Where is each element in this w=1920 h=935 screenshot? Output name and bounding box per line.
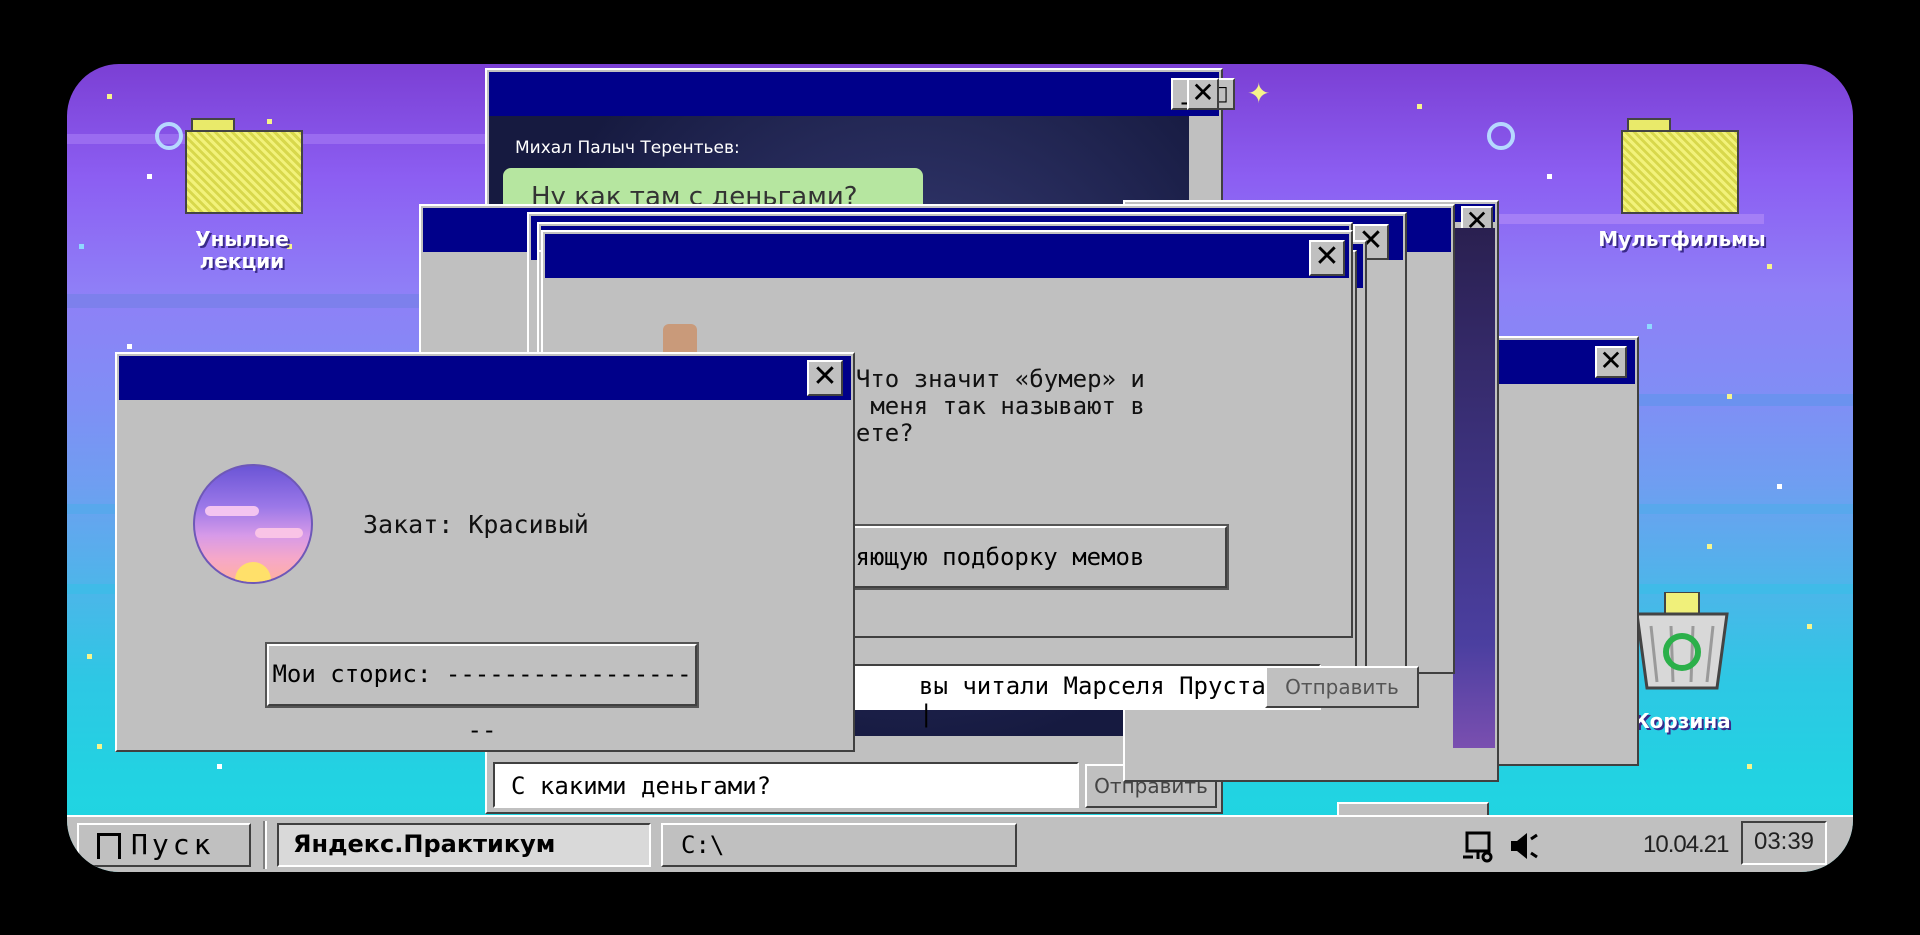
task-yandex-practicum[interactable]: Яндекс.Практикум [277, 823, 651, 867]
sunset-window: ✕ Закат: Красивый Мои сторис: ----------… [115, 352, 855, 752]
sunset-avatar [193, 464, 313, 584]
cloud-icon [255, 528, 303, 538]
proust-input[interactable]: вы читали Марселя Пруста? | [827, 664, 1321, 728]
chat-titlebar[interactable] [489, 72, 1219, 116]
star [217, 764, 222, 769]
folder-icon[interactable] [185, 118, 303, 214]
star [1777, 484, 1782, 489]
chat-input[interactable]: С какими деньгами? [493, 762, 1079, 808]
task-c-drive[interactable]: C:\ [661, 823, 1017, 867]
start-icon [97, 833, 121, 859]
star [107, 94, 112, 99]
desktop: ✦ ✦ ✦ Унылые лекции Мультфильмы Корзина … [67, 64, 1853, 872]
star [1747, 764, 1752, 769]
folder-label-cartoons[interactable]: Мультфильмы [1587, 228, 1777, 250]
star [1767, 264, 1772, 269]
close-icon[interactable]: ✕ [1309, 240, 1345, 276]
start-button[interactable]: Пуск [77, 823, 251, 867]
proust-send-button[interactable]: Отправить [1265, 666, 1419, 708]
star [87, 654, 92, 659]
clock-time[interactable]: 03:39 [1741, 821, 1827, 865]
chat-sender: Михал Палыч Терентьев: [515, 138, 740, 158]
network-icon[interactable] [1461, 829, 1495, 863]
folder-body [185, 130, 303, 214]
clock-date: 10.04.21 [1643, 831, 1729, 858]
ring-star-icon [1487, 122, 1515, 150]
close-icon[interactable]: ✕ [1187, 78, 1219, 110]
boomer-titlebar[interactable] [545, 234, 1349, 278]
my-stories-button[interactable]: Мои сторис: ------------------- [265, 642, 699, 744]
star [1727, 394, 1732, 399]
meme-collection-button[interactable]: няющую подборку мемов [831, 524, 1229, 590]
close-icon[interactable]: ✕ [807, 360, 843, 396]
folder-label-lectures[interactable]: Унылые лекции [167, 228, 317, 272]
star [1707, 544, 1712, 549]
taskbar: Пуск Яндекс.Практикум C:\ 10.04.21 03:39 [67, 815, 1853, 872]
boomer-message: : Что значит «бумер» и му меня так назыв… [827, 366, 1145, 447]
sunset-titlebar[interactable] [119, 356, 851, 400]
star [147, 174, 152, 179]
folder-body [1621, 130, 1739, 214]
start-label: Пуск [131, 828, 215, 861]
folder-icon[interactable] [1621, 118, 1739, 214]
star [1647, 324, 1652, 329]
star [79, 244, 84, 249]
ring-star-icon [155, 122, 183, 150]
taskbar-separator [263, 821, 267, 869]
sun-icon [235, 562, 271, 582]
proust-chat-area [1453, 228, 1495, 748]
boomer-line: : Что значит «бумер» и [827, 365, 1145, 393]
sparkle-icon: ✦ [1247, 77, 1271, 110]
close-icon[interactable]: ✕ [1595, 346, 1627, 378]
star [97, 744, 102, 749]
boomer-line: му меня так называют в [827, 392, 1145, 420]
speaker-icon[interactable] [1507, 829, 1541, 863]
star [1807, 624, 1812, 629]
boomer-line: рнете? [827, 419, 914, 447]
cloud-icon [205, 506, 259, 516]
star [1417, 104, 1422, 109]
trash-icon[interactable] [1627, 591, 1737, 692]
star [1547, 174, 1552, 179]
star [127, 344, 132, 349]
sunset-label: Закат: Красивый [363, 510, 589, 539]
